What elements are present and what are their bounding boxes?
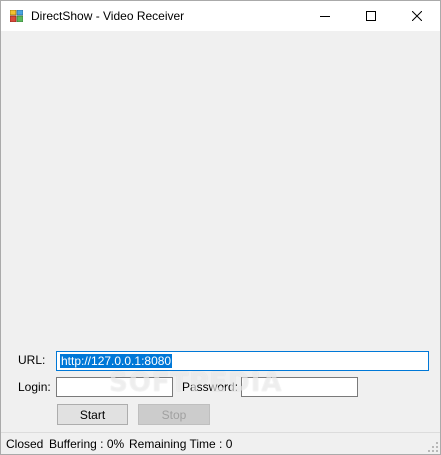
password-label: Password: — [182, 380, 239, 394]
maximize-icon — [366, 11, 376, 21]
status-state: Closed — [6, 437, 44, 451]
url-label: URL: — [18, 353, 46, 367]
close-button[interactable] — [394, 1, 440, 31]
status-bar: Closed Buffering : 0% Remaining Time : 0 — [1, 432, 440, 454]
password-input[interactable] — [241, 377, 358, 397]
close-icon — [412, 11, 422, 21]
url-input[interactable]: http://127.0.0.1:8080 — [56, 351, 429, 371]
resize-grip-icon[interactable] — [427, 441, 438, 452]
minimize-button[interactable] — [302, 1, 348, 31]
login-label: Login: — [18, 380, 51, 394]
url-value: http://127.0.0.1:8080 — [60, 354, 173, 368]
status-buffering: Buffering : 0% — [49, 437, 125, 451]
app-icon — [10, 10, 23, 22]
video-area — [1, 31, 440, 432]
maximize-button[interactable] — [348, 1, 394, 31]
app-window: DirectShow - Video Receiver URL: http://… — [0, 0, 441, 455]
window-title: DirectShow - Video Receiver — [31, 9, 185, 23]
start-button[interactable]: Start — [57, 404, 128, 425]
minimize-icon — [320, 16, 330, 17]
login-input[interactable] — [56, 377, 173, 397]
stop-button[interactable]: Stop — [138, 404, 210, 425]
status-remaining-time: Remaining Time : 0 — [129, 437, 233, 451]
title-bar[interactable]: DirectShow - Video Receiver — [1, 1, 440, 31]
